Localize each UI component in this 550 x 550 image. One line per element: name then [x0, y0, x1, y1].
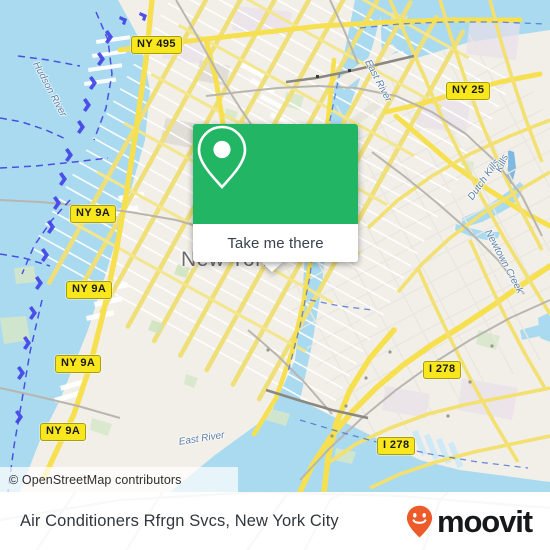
map-screenshot: NY 495 NY 25 NY 9A NY 9A NY 9A NY 9A I 2… — [0, 0, 550, 550]
place-title: Air Conditioners Rfrgn Svcs, New York Ci… — [20, 511, 339, 530]
attribution-text: © OpenStreetMap contributors — [9, 472, 182, 487]
route-shield-ny-9a-4[interactable]: NY 9A — [40, 423, 87, 441]
location-pin-icon — [197, 125, 247, 189]
take-me-there-button[interactable]: Take me there — [193, 224, 358, 262]
footer-bar: Air Conditioners Rfrgn Svcs, New York Ci… — [0, 492, 550, 550]
moovit-logo[interactable]: moovit — [406, 503, 533, 539]
route-shield-ny-495[interactable]: NY 495 — [131, 36, 182, 54]
footer-content: Air Conditioners Rfrgn Svcs, New York Ci… — [0, 492, 550, 550]
route-shield-ny-9a-2[interactable]: NY 9A — [66, 281, 113, 299]
map-canvas[interactable]: NY 495 NY 25 NY 9A NY 9A NY 9A NY 9A I 2… — [0, 0, 550, 492]
map-attribution[interactable]: © OpenStreetMap contributors — [0, 467, 238, 492]
route-shield-ny-25[interactable]: NY 25 — [446, 82, 491, 100]
moovit-pin-smiley-icon — [406, 505, 433, 537]
popup-header — [193, 124, 358, 224]
take-me-there-card[interactable]: Take me there — [193, 124, 358, 262]
route-shield-i-278-2[interactable]: I 278 — [377, 437, 416, 455]
route-shield-ny-9a-3[interactable]: NY 9A — [55, 355, 102, 373]
take-me-there-label: Take me there — [227, 234, 324, 252]
route-shield-ny-9a-1[interactable]: NY 9A — [70, 205, 117, 223]
moovit-wordmark: moovit — [436, 503, 533, 539]
route-shield-i-278-1[interactable]: I 278 — [423, 361, 462, 379]
